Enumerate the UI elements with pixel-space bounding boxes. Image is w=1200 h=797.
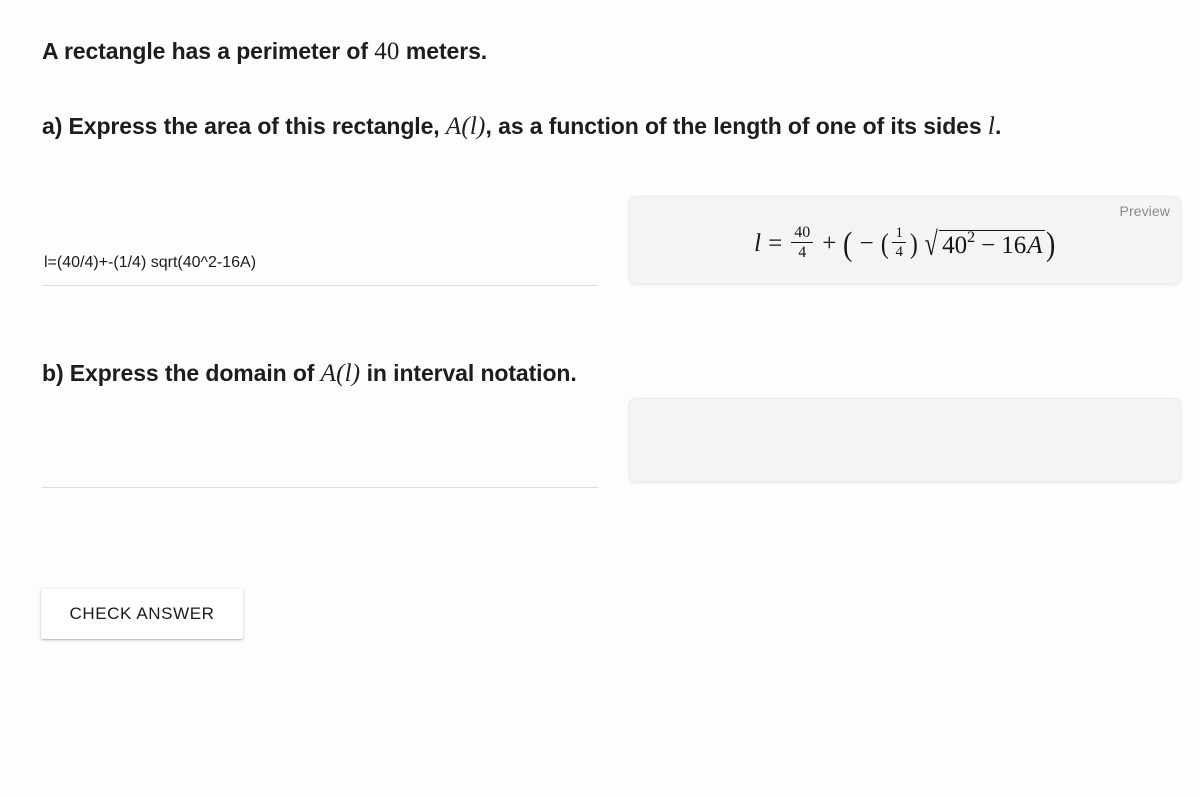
math-open-paren-outer: ( xyxy=(843,225,853,263)
math-open-paren-inner: ( xyxy=(880,227,889,260)
check-answer-button[interactable]: CHECK ANSWER xyxy=(41,589,243,639)
stem-text-before: A rectangle has a perimeter of xyxy=(42,38,375,64)
math-lhs-variable: l xyxy=(754,230,762,257)
part-b-text-2: in interval notation. xyxy=(360,360,577,386)
question-page: A rectangle has a perimeter of 40 meters… xyxy=(0,0,1200,797)
rendered-math-expression: l = 40 4 + ( − ( 1 4 ) √ 402 − 16A) xyxy=(753,224,1057,263)
preview-box-part-b xyxy=(629,398,1181,482)
stem-perimeter-value: 40 xyxy=(374,38,400,65)
preview-box-part-a: Preview l = 40 4 + ( − ( 1 4 ) √ 402 − 1… xyxy=(629,196,1181,284)
math-square-root: √ 402−16A xyxy=(923,225,1046,263)
math-plus-sign: + xyxy=(822,230,837,257)
radicand-coefficient: 16 xyxy=(1001,231,1027,259)
answer-input-part-b[interactable] xyxy=(42,448,598,488)
radicand-minus-sign: − xyxy=(981,231,996,259)
fraction-numerator: 1 xyxy=(895,225,903,241)
fraction-numerator: 40 xyxy=(794,224,811,241)
math-close-paren-outer: ) xyxy=(1046,225,1056,263)
question-stem: A rectangle has a perimeter of 40 meters… xyxy=(42,30,1124,73)
part-a-function-notation: A(l) xyxy=(445,113,486,140)
radicand-variable-A: A xyxy=(1027,231,1043,259)
question-part-a: a) Express the area of this rectangle, A… xyxy=(42,105,1124,148)
radicand-exponent: 2 xyxy=(967,229,976,247)
math-fraction-1-over-4: 1 4 xyxy=(892,225,906,260)
answer-row-part-a xyxy=(42,246,598,286)
part-a-text-2: , as a function of the length of one of … xyxy=(485,113,988,139)
preview-label-part-a: Preview xyxy=(1119,203,1170,219)
answer-row-part-b xyxy=(42,448,598,488)
part-b-text-1: b) Express the domain of xyxy=(42,360,321,386)
fraction-denominator: 4 xyxy=(798,244,807,261)
part-a-variable-l: l xyxy=(987,113,996,140)
question-part-b: b) Express the domain of A(l) in interva… xyxy=(42,352,1124,395)
radical-sign-icon: √ xyxy=(924,225,938,263)
part-a-text-1: a) Express the area of this rectangle, xyxy=(42,113,446,139)
math-equals-sign: = xyxy=(768,230,783,257)
answer-input-part-a[interactable] xyxy=(42,246,598,286)
fraction-denominator: 4 xyxy=(895,244,903,260)
part-a-text-3: . xyxy=(995,113,1002,139)
radicand-base: 40 xyxy=(942,231,968,259)
stem-text-after: meters. xyxy=(399,38,488,64)
preview-expression-part-a: l = 40 4 + ( − ( 1 4 ) √ 402 − 16A) xyxy=(630,224,1180,263)
math-minus-sign: − xyxy=(859,230,874,257)
math-close-paren-inner: ) xyxy=(909,227,918,260)
math-radicand: 402−16A xyxy=(939,229,1046,259)
math-fraction-40-over-4: 40 4 xyxy=(791,224,814,261)
part-b-function-notation: A(l) xyxy=(320,360,361,387)
